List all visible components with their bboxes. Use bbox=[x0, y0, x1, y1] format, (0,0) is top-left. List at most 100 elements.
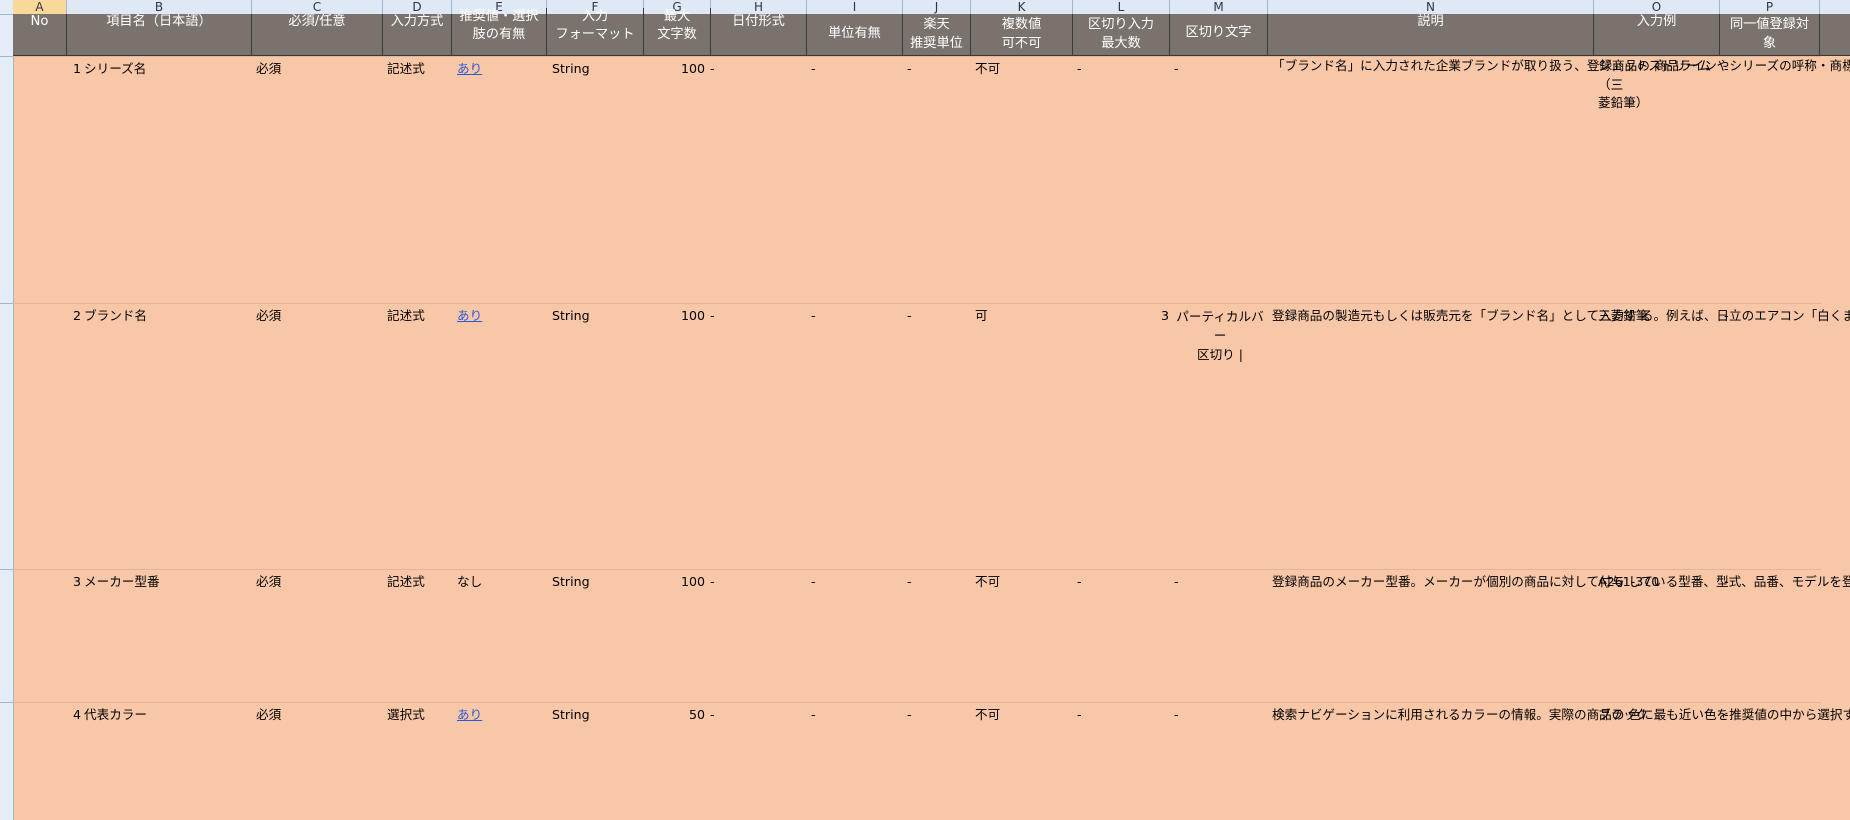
cell-same-value[interactable]: - bbox=[1721, 304, 1821, 570]
cell-required[interactable]: 必須 bbox=[253, 570, 384, 703]
cell-multi-value[interactable]: 不可 bbox=[972, 57, 1074, 304]
cell-recommended-link[interactable]: あり bbox=[454, 304, 549, 570]
header-required[interactable]: 必須/任意 bbox=[252, 14, 383, 56]
col-letter-C[interactable]: C bbox=[252, 0, 383, 14]
cell-max-chars[interactable]: 100 bbox=[645, 57, 707, 304]
cell-date-format[interactable]: - bbox=[707, 703, 808, 820]
cell-multi-value[interactable]: 不可 bbox=[972, 570, 1074, 703]
cell-sep-max[interactable]: 3 bbox=[1074, 304, 1171, 570]
cell-format[interactable]: String bbox=[549, 304, 645, 570]
header-rakuten-unit[interactable]: 楽天 推奨単位 bbox=[903, 14, 971, 56]
table-header-row: No 項目名（日本語） 必須/任意 入力方式 推奨値・選択 肢の有無 入力 フォ… bbox=[13, 8, 1850, 56]
cell-date-format[interactable]: - bbox=[707, 57, 808, 304]
cell-description[interactable]: 「ブランド名」に入力された企業ブランドが取り扱う、登録商品の 商品ラインやシリー… bbox=[1269, 57, 1850, 304]
col-letter-B[interactable]: B bbox=[67, 0, 252, 14]
col-letter-blank[interactable] bbox=[1820, 0, 1850, 14]
cell-description[interactable]: 登録商品の製造元もしくは販売元を「ブランド名」として入力す る。例えば、日立のエ… bbox=[1269, 304, 1850, 570]
row-header-gutter[interactable] bbox=[0, 0, 14, 820]
cell-rakuten-unit[interactable]: - bbox=[904, 57, 972, 304]
cell-sep-char[interactable]: - bbox=[1171, 570, 1269, 703]
cell-input-method[interactable]: 選択式 bbox=[384, 703, 454, 820]
cell-unit[interactable]: - bbox=[808, 570, 904, 703]
cell-max-chars[interactable]: 50 bbox=[645, 703, 707, 820]
cell-format[interactable]: String bbox=[549, 703, 645, 820]
cell-item-name[interactable]: ブランド名 bbox=[83, 304, 253, 570]
header-recommended[interactable]: 推奨値・選択 肢の有無 bbox=[452, 8, 547, 56]
col-letter-O[interactable]: O bbox=[1594, 0, 1720, 14]
cell-sep-char[interactable]: パーティカルバー 区切り | bbox=[1171, 304, 1269, 570]
cell-recommended[interactable]: なし bbox=[454, 570, 549, 703]
cell-recommended-link[interactable]: あり bbox=[454, 703, 549, 820]
cell-same-value[interactable]: - bbox=[1721, 703, 1821, 820]
header-description[interactable]: 説明 bbox=[1268, 14, 1594, 56]
cell-sep-char[interactable]: - bbox=[1171, 57, 1269, 304]
header-max-chars[interactable]: 最大 文字数 bbox=[644, 8, 711, 56]
header-item-name[interactable]: 項目名（日本語） bbox=[67, 14, 252, 56]
cell-sep-max[interactable]: - bbox=[1074, 703, 1171, 820]
cell-required[interactable]: 必須 bbox=[253, 57, 384, 304]
cell-input-method[interactable]: 記述式 bbox=[384, 57, 454, 304]
cell-max-chars[interactable]: 100 bbox=[645, 570, 707, 703]
cell-description[interactable]: 登録商品のメーカー型番。メーカーが個別の商品に対して付与 している型番、型式、品… bbox=[1269, 570, 1850, 703]
cell-rakuten-unit[interactable]: - bbox=[904, 570, 972, 703]
cell-date-format[interactable]: - bbox=[707, 304, 808, 570]
cell-example[interactable]: ブラック bbox=[1595, 703, 1721, 820]
col-letter-J[interactable]: J bbox=[903, 0, 971, 14]
header-no[interactable]: No bbox=[13, 14, 67, 56]
cell-item-name[interactable]: シリーズ名 bbox=[83, 57, 253, 304]
header-unit[interactable]: 単位有無 bbox=[807, 14, 903, 56]
header-date-format[interactable]: 日付形式 bbox=[711, 14, 807, 56]
col-letter-A[interactable]: A bbox=[13, 0, 67, 14]
col-letter-P[interactable]: P bbox=[1720, 0, 1820, 14]
cell-example[interactable]: 三菱鉛筆 bbox=[1595, 304, 1721, 570]
cell-example[interactable]: ジェットストリーム（三 菱鉛筆） bbox=[1595, 57, 1721, 304]
cell-no[interactable]: 4 bbox=[13, 703, 83, 820]
cell-sep-max[interactable]: - bbox=[1074, 57, 1171, 304]
header-same-value[interactable]: 同一値登録対 象 bbox=[1720, 14, 1820, 56]
header-multi-value[interactable]: 複数値 可不可 bbox=[971, 14, 1073, 56]
cell-rakuten-unit[interactable]: - bbox=[904, 703, 972, 820]
col-letter-I[interactable]: I bbox=[807, 0, 903, 14]
table-row: 1 シリーズ名 必須 記述式 あり String 100 - - - 不可 - … bbox=[13, 56, 1850, 304]
cell-rakuten-unit[interactable]: - bbox=[904, 304, 972, 570]
cell-required[interactable]: 必須 bbox=[253, 304, 384, 570]
cell-same-value[interactable]: - bbox=[1721, 57, 1821, 304]
cell-input-method[interactable]: 記述式 bbox=[384, 570, 454, 703]
cell-sep-max[interactable]: - bbox=[1074, 570, 1171, 703]
cell-sep-char[interactable]: - bbox=[1171, 703, 1269, 820]
col-letter-H[interactable]: H bbox=[711, 0, 807, 14]
cell-description[interactable]: 検索ナビゲーションに利用されるカラーの情報。実際の商品の 色に最も近い色を推奨値… bbox=[1269, 703, 1850, 820]
col-letter-N[interactable]: N bbox=[1268, 0, 1594, 14]
cell-recommended-link[interactable]: あり bbox=[454, 57, 549, 304]
cell-unit[interactable]: - bbox=[808, 703, 904, 820]
cell-multi-value[interactable]: 可 bbox=[972, 304, 1074, 570]
cell-same-value[interactable]: - bbox=[1721, 570, 1821, 703]
header-blank[interactable] bbox=[1820, 14, 1850, 56]
cell-unit[interactable]: - bbox=[808, 57, 904, 304]
cell-no[interactable]: 2 bbox=[13, 304, 83, 570]
cell-date-format[interactable]: - bbox=[707, 570, 808, 703]
row-divider bbox=[0, 14, 13, 15]
row-divider bbox=[0, 569, 13, 570]
header-sep-char[interactable]: 区切り文字 bbox=[1170, 14, 1268, 56]
col-letter-M[interactable]: M bbox=[1170, 0, 1268, 14]
cell-max-chars[interactable]: 100 bbox=[645, 304, 707, 570]
header-example[interactable]: 入力例 bbox=[1594, 14, 1720, 56]
cell-unit[interactable]: - bbox=[808, 304, 904, 570]
cell-no[interactable]: 1 bbox=[13, 57, 83, 304]
cell-required[interactable]: 必須 bbox=[253, 703, 384, 820]
header-format[interactable]: 入力 フォーマット bbox=[547, 8, 644, 56]
cell-example[interactable]: A261-370 bbox=[1595, 570, 1721, 703]
col-letter-D[interactable]: D bbox=[383, 0, 452, 14]
col-letter-K[interactable]: K bbox=[971, 0, 1073, 14]
header-input-method[interactable]: 入力方式 bbox=[383, 14, 452, 56]
cell-format[interactable]: String bbox=[549, 570, 645, 703]
cell-item-name[interactable]: 代表カラー bbox=[83, 703, 253, 820]
cell-format[interactable]: String bbox=[549, 57, 645, 304]
cell-multi-value[interactable]: 不可 bbox=[972, 703, 1074, 820]
cell-item-name[interactable]: メーカー型番 bbox=[83, 570, 253, 703]
col-letter-L[interactable]: L bbox=[1073, 0, 1170, 14]
cell-input-method[interactable]: 記述式 bbox=[384, 304, 454, 570]
header-sep-max[interactable]: 区切り入力 最大数 bbox=[1073, 14, 1170, 56]
cell-no[interactable]: 3 bbox=[13, 570, 83, 703]
